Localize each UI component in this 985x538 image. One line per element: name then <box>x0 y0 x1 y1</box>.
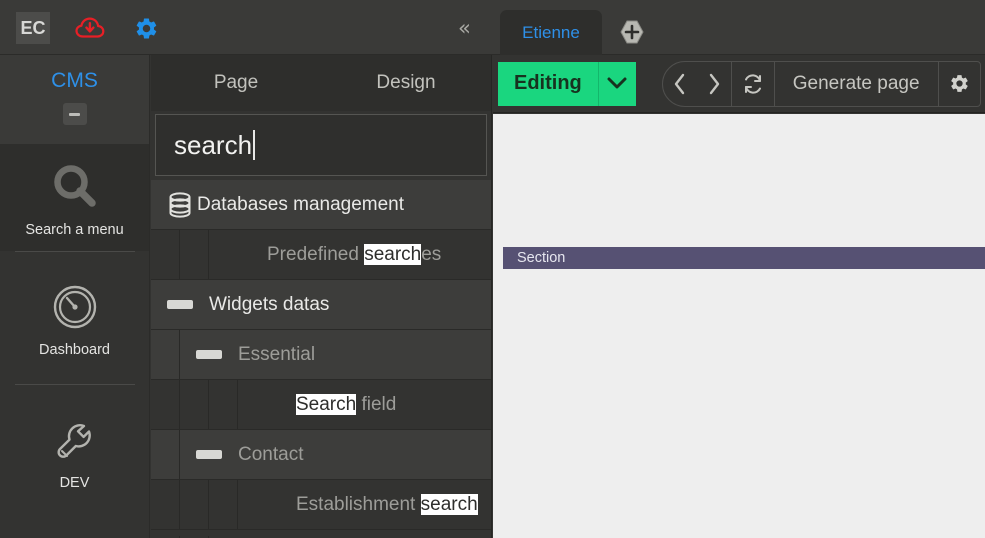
settings-gear-icon[interactable] <box>937 61 980 106</box>
tree-indent-guides <box>151 380 238 429</box>
section-block[interactable]: Section <box>503 247 985 269</box>
tree-item-text: Contact <box>238 443 304 465</box>
tree-indent-guides <box>151 230 209 279</box>
tree-item-text: field <box>356 393 397 415</box>
top-bar: EC « Etienne <box>0 0 985 55</box>
table-row[interactable]: Essential <box>151 330 491 380</box>
page-canvas[interactable]: Section <box>493 114 985 538</box>
collapse-minus-icon[interactable] <box>180 450 238 459</box>
tree-item-label: Widgets datas <box>209 294 329 316</box>
sidebar-item-dashboard[interactable]: Dashboard <box>0 252 149 384</box>
tree-item-label: Predefined searches <box>267 243 442 266</box>
search-match-highlight: Search <box>296 393 357 415</box>
collapse-minus-icon[interactable] <box>151 300 209 309</box>
sidebar-title: CMS <box>51 69 98 92</box>
panel-tabs: Page Design <box>151 55 491 111</box>
refresh-button[interactable] <box>730 61 774 106</box>
app-logo: EC <box>16 12 50 44</box>
tree-item-label: Search field <box>296 393 397 416</box>
text-caret <box>253 130 256 160</box>
back-button[interactable] <box>663 62 697 106</box>
tree-item-label: Essential <box>238 344 315 366</box>
gear-icon[interactable] <box>130 12 162 44</box>
table-row[interactable]: Databases management <box>151 180 491 230</box>
tree-item-text: Widgets datas <box>209 293 330 315</box>
chevron-down-icon[interactable] <box>597 61 636 106</box>
tree-item-label: Contact <box>238 444 303 466</box>
tab-design[interactable]: Design <box>321 72 491 94</box>
tree-item-label: Databases management <box>197 194 404 216</box>
tree-indent-guides <box>151 330 180 379</box>
search-results-tree[interactable]: Databases management Predefined searches W… <box>151 180 491 536</box>
navigation-button-group: Generate page <box>661 60 981 107</box>
tree-item-text: Establishment <box>296 493 421 515</box>
search-input-value: search <box>174 130 253 160</box>
table-row[interactable]: Widgets datas <box>151 280 491 330</box>
collapse-minus-icon[interactable] <box>180 350 238 359</box>
sidebar-item-search-a-menu[interactable]: Search a menu <box>0 145 149 251</box>
menu-search-panel: Page Design search Databases management P… <box>151 55 492 538</box>
tab-design-label: Design <box>376 72 436 93</box>
tree-item-text: es <box>421 243 442 265</box>
tree-item-label: Establishment search <box>296 493 478 516</box>
collapse-panel-button[interactable]: « <box>458 15 471 41</box>
search-match-highlight: search <box>364 243 422 265</box>
sidebar-item-dev[interactable]: DEV <box>0 385 149 517</box>
add-tab-icon[interactable] <box>618 18 646 46</box>
tree-indent-guides <box>151 430 180 479</box>
left-sidebar: CMS Search a menu Dashboard DEV <box>0 55 150 538</box>
tree-indent-guides <box>151 480 238 529</box>
section-label: Section <box>517 250 566 266</box>
generate-page-button[interactable]: Generate page <box>773 61 938 106</box>
sidebar-item-label: Dashboard <box>39 342 110 358</box>
editing-mode-button[interactable]: Editing <box>498 61 598 106</box>
search-match-highlight: search <box>420 493 478 515</box>
editor-toolbar: Editing Generate page <box>493 55 985 113</box>
wrench-icon <box>47 411 103 469</box>
tab-label: Etienne <box>522 22 580 42</box>
generate-page-label: Generate page <box>792 72 920 94</box>
table-row[interactable]: Contact <box>151 430 491 480</box>
cloud-download-icon[interactable] <box>74 12 106 44</box>
tab-page-label: Page <box>213 72 259 93</box>
sidebar-item-label: DEV <box>59 475 90 491</box>
editing-mode-label: Editing <box>514 72 582 94</box>
forward-button[interactable] <box>697 62 731 106</box>
minus-icon[interactable] <box>62 103 87 125</box>
table-row[interactable]: Establishment search <box>151 480 491 530</box>
table-row[interactable]: Predefined searches <box>151 230 491 280</box>
sidebar-item-label: Search a menu <box>25 222 124 238</box>
gauge-icon <box>47 278 103 336</box>
search-input[interactable]: search <box>155 114 487 176</box>
magnifier-icon <box>47 158 103 216</box>
database-icon <box>163 191 197 218</box>
tab-page[interactable]: Page <box>151 72 321 94</box>
tab-etienne[interactable]: Etienne <box>500 10 602 55</box>
table-row[interactable]: Search field <box>151 380 491 430</box>
tree-item-text: Predefined <box>267 243 365 265</box>
tree-item-text: Essential <box>238 343 316 365</box>
sidebar-header: CMS <box>0 55 149 145</box>
tree-item-text: Databases management <box>197 193 405 215</box>
